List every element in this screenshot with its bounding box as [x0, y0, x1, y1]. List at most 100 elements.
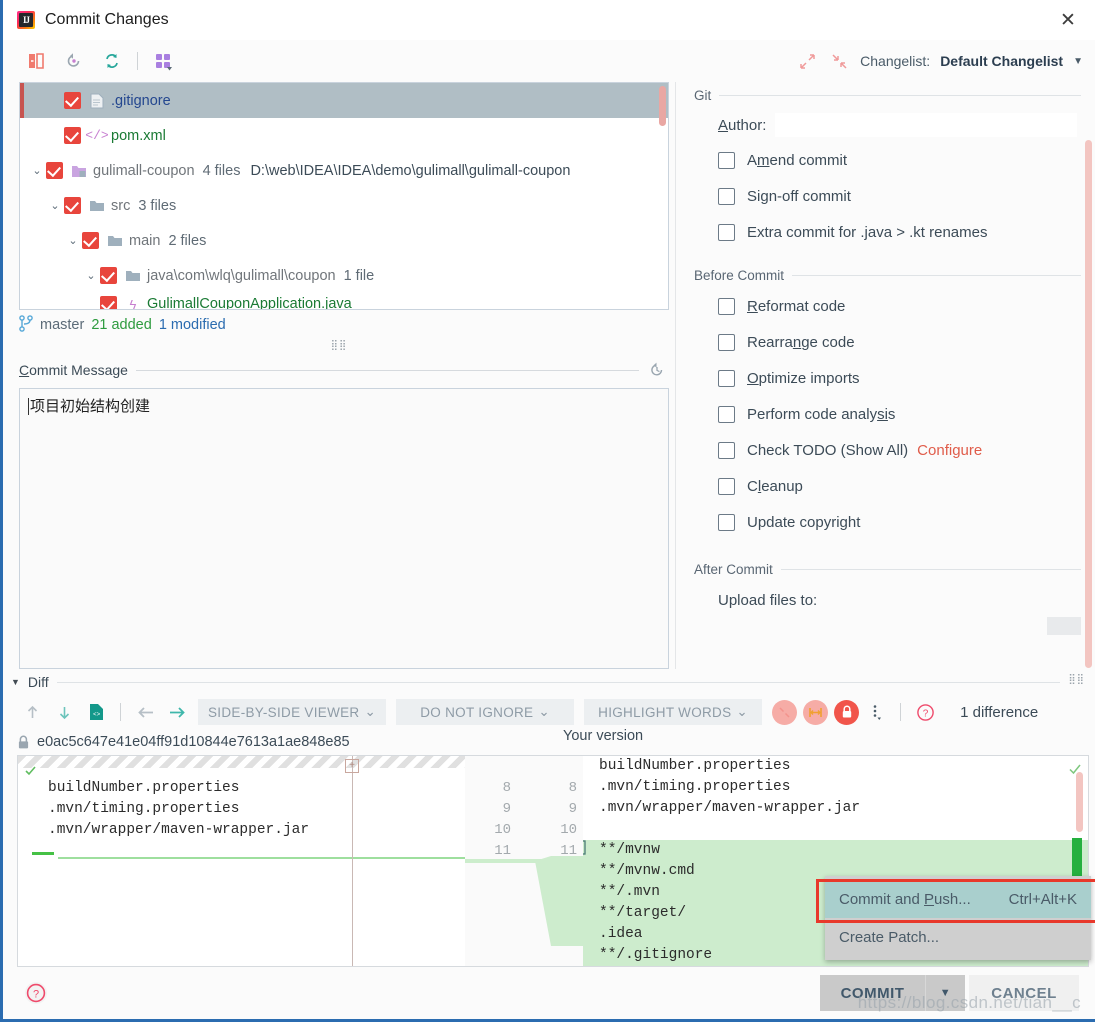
accept-right-icon[interactable] — [162, 699, 192, 725]
history-icon[interactable] — [647, 360, 667, 380]
show-diff-icon[interactable] — [21, 48, 51, 74]
viewer-mode-dropdown[interactable]: SIDE-BY-SIDE VIEWER ⌄ — [198, 699, 387, 725]
collapse-all-icon[interactable] — [828, 51, 850, 71]
dialog-body: ⌄ ⌄ .gitignore ⌄ ⌄ </> pom.xm — [3, 82, 1095, 669]
row-checkbox[interactable] — [64, 92, 81, 109]
revert-change-icon[interactable] — [583, 840, 586, 858]
after-commit-header: After Commit — [676, 556, 1095, 582]
table-row[interactable]: ⌄ gulimall-coupon 4 files D:\web\IDEA\ID… — [20, 153, 668, 188]
previous-difference-icon[interactable] — [17, 699, 47, 725]
splitter-handle[interactable]: ⣿⣿ — [1068, 674, 1085, 690]
refresh-icon[interactable] — [97, 48, 127, 74]
options-scrollbar[interactable] — [1085, 140, 1092, 668]
splitter-handle[interactable]: ⣿⣿ — [3, 340, 675, 356]
row-checkbox[interactable] — [64, 197, 81, 214]
menu-item-create-patch[interactable]: Create Patch... — [825, 918, 1091, 956]
chevron-down-icon[interactable]: ⌄ — [64, 234, 82, 247]
rearrange-code-checkbox[interactable]: Rearrange code — [676, 324, 1095, 360]
folder-icon — [88, 199, 106, 212]
table-row[interactable]: ⌄ ⌄ .gitignore — [20, 83, 668, 126]
dialog-footer: ? COMMIT ▼ CANCEL https://blog.csdn.net/… — [3, 967, 1095, 1019]
accept-left-icon[interactable] — [130, 699, 160, 725]
highlight-mode-dropdown[interactable]: HIGHLIGHT WORDS ⌄ — [584, 699, 763, 725]
configure-link[interactable]: Configure — [917, 442, 982, 459]
help-icon[interactable]: ? — [23, 980, 49, 1006]
commit-message-input[interactable]: 项目初始结构创建 — [19, 388, 669, 669]
row-checkbox[interactable] — [100, 267, 117, 284]
read-only-lock-icon[interactable] — [834, 699, 860, 725]
diff-accept-check-icon[interactable] — [24, 764, 37, 780]
check-todo-checkbox[interactable]: Check TODO (Show All) Configure — [676, 432, 1095, 468]
collapse-triangle-icon[interactable]: ▼ — [11, 677, 20, 687]
close-icon[interactable]: ✕ — [1051, 5, 1085, 35]
commit-button[interactable]: COMMIT — [820, 975, 925, 1011]
changelist-value[interactable]: Default Changelist — [940, 53, 1063, 69]
checkbox-box[interactable] — [718, 405, 735, 423]
branch-name: master — [40, 317, 85, 333]
commit-dropdown-arrow[interactable]: ▼ — [925, 975, 965, 1011]
optimize-imports-checkbox[interactable]: Optimize imports — [676, 360, 1095, 396]
chevron-down-icon[interactable]: ⌄ — [28, 164, 46, 177]
option-label: Sign-off commit — [747, 187, 851, 205]
signoff-commit-checkbox[interactable]: Sign-off commit — [676, 178, 1095, 214]
cancel-button[interactable]: CANCEL — [969, 975, 1079, 1011]
chevron-down-icon[interactable]: ▼ — [1073, 56, 1083, 67]
git-section-header: Git — [676, 82, 1095, 108]
fold-expand-icon[interactable]: + — [345, 759, 359, 773]
diff-scrollbar[interactable] — [1076, 772, 1083, 832]
file-name: main — [129, 232, 161, 249]
chevron-down-icon[interactable]: ⌄ — [46, 199, 64, 212]
commit-context-menu[interactable]: Commit and Push... Ctrl+Alt+K Create Pat… — [825, 876, 1091, 960]
more-options-icon[interactable] — [861, 699, 891, 725]
whitespace-icon[interactable] — [803, 699, 829, 725]
jump-to-source-icon[interactable]: <> — [81, 699, 111, 725]
option-label: Extra commit for .java > .kt renames — [747, 223, 988, 241]
checkbox-box[interactable] — [718, 187, 735, 205]
extra-commit-kt-checkbox[interactable]: Extra commit for .java > .kt renames — [676, 214, 1095, 250]
ignore-mode-dropdown[interactable]: DO NOT IGNORE ⌄ — [396, 699, 575, 725]
help-icon[interactable]: ? — [910, 699, 940, 725]
checkbox-box[interactable] — [718, 369, 735, 387]
checkbox-box[interactable] — [718, 333, 735, 351]
chevron-down-icon[interactable]: ⌄ — [82, 269, 100, 282]
reformat-code-checkbox[interactable]: Reformat code — [676, 288, 1095, 324]
row-checkbox[interactable] — [82, 232, 99, 249]
row-checkbox[interactable] — [46, 162, 63, 179]
row-checkbox[interactable] — [100, 295, 117, 309]
diff-pane-left[interactable]: buildNumber.properties .mvn/timing.prope… — [17, 755, 465, 967]
file-name: GulimallCouponApplication.java — [147, 296, 352, 310]
perform-code-analysis-checkbox[interactable]: Perform code analysis — [676, 396, 1095, 432]
tree-scrollbar[interactable] — [659, 86, 666, 126]
option-label: Optimize imports — [747, 369, 860, 387]
file-icon — [88, 93, 106, 109]
diff-header: ▼ Diff ⣿⣿ — [3, 669, 1095, 695]
collapse-unchanged-icon[interactable] — [772, 699, 798, 725]
xml-icon: </> — [85, 128, 109, 143]
next-difference-icon[interactable] — [49, 699, 79, 725]
group-by-icon[interactable] — [148, 48, 178, 74]
changed-files-tree[interactable]: ⌄ ⌄ .gitignore ⌄ ⌄ </> pom.xm — [19, 82, 669, 310]
checkbox-box[interactable] — [718, 477, 735, 495]
file-path: D:\web\IDEA\IDEA\demo\gulimall\gulimall-… — [250, 162, 571, 179]
table-row[interactable]: ⌄⌄ ⌄⌄ ϟ GulimallCouponApplication.java — [20, 293, 668, 310]
table-row[interactable]: ⌄⌄ ⌄ main 2 files — [20, 223, 668, 258]
checkbox-box[interactable] — [718, 297, 735, 315]
checkbox-box[interactable] — [718, 223, 735, 241]
checkbox-box[interactable] — [718, 513, 735, 531]
revert-icon[interactable] — [59, 48, 89, 74]
row-checkbox[interactable] — [64, 127, 81, 144]
table-row[interactable]: ⌄ ⌄ </> pom.xml — [20, 118, 668, 153]
upload-target-select[interactable] — [1047, 617, 1081, 635]
checkbox-box[interactable] — [718, 151, 735, 169]
option-label: Reformat code — [747, 297, 846, 315]
update-copyright-checkbox[interactable]: Update copyright — [676, 504, 1095, 540]
checkbox-box[interactable] — [718, 441, 735, 459]
expand-all-icon[interactable] — [796, 51, 818, 71]
table-row[interactable]: ⌄ ⌄ src 3 files — [20, 188, 668, 223]
amend-commit-checkbox[interactable]: Amend commit — [676, 142, 1095, 178]
menu-item-commit-and-push[interactable]: Commit and Push... Ctrl+Alt+K — [825, 880, 1091, 918]
chevron-icon: ⌄ — [28, 129, 46, 142]
cleanup-checkbox[interactable]: Cleanup — [676, 468, 1095, 504]
author-field[interactable] — [775, 113, 1077, 137]
table-row[interactable]: ⌄⌄⌄ ⌄ java\com\wlq\gulimall\coupon 1 fil… — [20, 258, 668, 293]
